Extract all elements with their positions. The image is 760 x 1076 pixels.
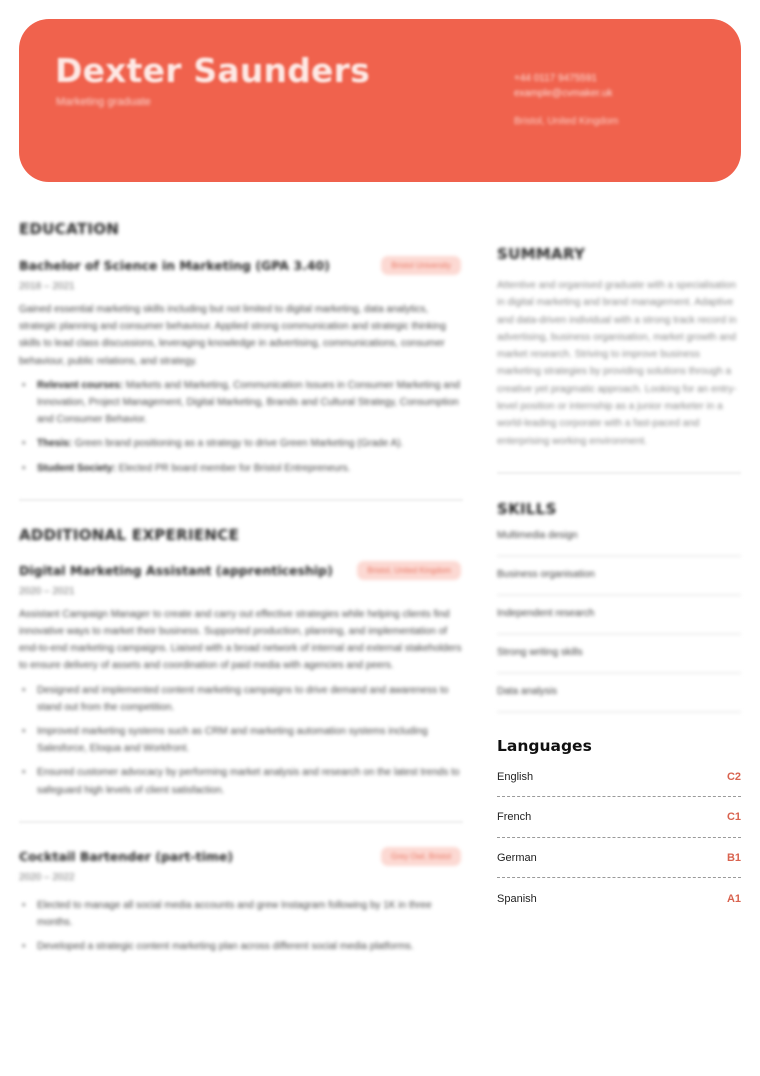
language-row: French C1	[497, 797, 741, 838]
language-name: Spanish	[497, 892, 537, 905]
candidate-role: Marketing graduate	[56, 96, 151, 108]
skill-item: Data analysis	[497, 686, 741, 713]
entry-description: Gained essential marketing skills includ…	[19, 304, 446, 367]
skill-item: Multimedia design	[497, 530, 741, 557]
entry-title: Digital Marketing Assistant (apprentices…	[19, 562, 333, 578]
bullet-item: Improved marketing systems such as CRM a…	[19, 723, 463, 757]
email-address[interactable]: example@cvmaker.uk	[514, 86, 613, 101]
bullet-item: Ensured customer advocacy by performing …	[19, 764, 463, 798]
education-entry: Bachelor of Science in Marketing (GPA 3.…	[19, 256, 463, 477]
bullet-item: Thesis: Green brand positioning as a str…	[19, 435, 463, 452]
location: Bristol, United Kingdom	[514, 116, 619, 127]
language-name: English	[497, 770, 534, 783]
bullet-text: Elected to manage all social media accou…	[37, 899, 432, 929]
bullet-text: Ensured customer advocacy by performing …	[37, 767, 460, 796]
skills-section-title: SKILLS	[497, 499, 557, 518]
bullet-item: Developed a strategic content marketing …	[19, 938, 463, 955]
experience-section-title: ADDITIONAL EXPERIENCE	[19, 525, 240, 544]
entry-bullets: Designed and implemented content marketi…	[19, 682, 463, 799]
bullet-text: Elected PR board member for Bristol Entr…	[115, 462, 351, 474]
resume-header: Dexter Saunders Marketing graduate +44 0…	[19, 19, 741, 182]
bullet-label: Relevant courses:	[37, 379, 124, 391]
bullet-item: Designed and implemented content marketi…	[19, 682, 463, 716]
bullet-item: Student Society: Elected PR board member…	[19, 460, 463, 477]
section-divider	[497, 471, 741, 474]
language-name: German	[497, 851, 537, 864]
skill-item: Independent research	[497, 608, 741, 635]
bullet-text: Improved marketing systems such as CRM a…	[37, 726, 428, 755]
entry-bullets: Relevant courses: Markets and Marketing,…	[19, 377, 463, 477]
sidebar-column: SUMMARY Attentive and organised graduate…	[497, 245, 741, 919]
location-badge: Bristol, United Kingdom	[357, 560, 461, 580]
language-level: A1	[726, 892, 741, 905]
language-name: French	[497, 811, 532, 824]
bullet-item: Relevant courses: Markets and Marketing,…	[19, 377, 463, 429]
language-level: C1	[726, 811, 741, 824]
language-level: C2	[726, 770, 741, 783]
location-badge: Bristol University	[381, 256, 461, 275]
bullet-label: Student Society:	[37, 462, 116, 474]
skill-item: Strong writing skills	[497, 647, 741, 674]
summary-section-title: SUMMARY	[497, 245, 586, 263]
skill-item: Business organisation	[497, 569, 741, 596]
summary-text: Attentive and organised graduate with a …	[497, 280, 737, 447]
location-badge: Grey Owl, Bristol	[380, 846, 461, 866]
section-divider	[19, 498, 463, 501]
bullet-text: Designed and implemented content marketi…	[37, 684, 449, 713]
entry-dates: 2020 – 2021	[19, 585, 75, 597]
experience-entry: Digital Marketing Assistant (apprentices…	[19, 560, 463, 799]
bullet-text: Green brand positioning as a strategy to…	[72, 438, 404, 450]
entry-title: Cocktail Bartender (part-time)	[19, 848, 234, 864]
bullet-label: Thesis:	[37, 438, 73, 450]
entry-divider	[19, 820, 463, 823]
languages-list: English C2 French C1 German B1 Spanish A…	[497, 757, 741, 919]
entry-description: Assistant Campaign Manager to create and…	[19, 608, 462, 672]
main-column: EDUCATION Bachelor of Science in Marketi…	[19, 220, 463, 956]
experience-entry: Cocktail Bartender (part-time) Grey Owl,…	[19, 846, 463, 956]
contact-block: +44 0117 9475591 example@cvmaker.uk	[514, 71, 613, 101]
languages-section-title: Languages	[497, 736, 592, 755]
language-row: German B1	[497, 838, 741, 879]
entry-title: Bachelor of Science in Marketing (GPA 3.…	[19, 258, 330, 273]
entry-dates: 2020 – 2022	[19, 871, 75, 883]
language-row: English C2	[497, 757, 741, 798]
bullet-item: Elected to manage all social media accou…	[19, 897, 463, 931]
education-section-title: EDUCATION	[19, 220, 120, 238]
entry-bullets: Elected to manage all social media accou…	[19, 897, 463, 956]
candidate-name: Dexter Saunders	[55, 51, 370, 90]
language-row: Spanish A1	[497, 878, 741, 919]
entry-dates: 2018 – 2021	[19, 281, 75, 292]
bullet-text: Developed a strategic content marketing …	[37, 941, 414, 953]
skills-list: Multimedia design Business organisation …	[497, 530, 741, 713]
language-level: B1	[726, 851, 741, 864]
phone-number: +44 0117 9475591	[514, 73, 597, 84]
